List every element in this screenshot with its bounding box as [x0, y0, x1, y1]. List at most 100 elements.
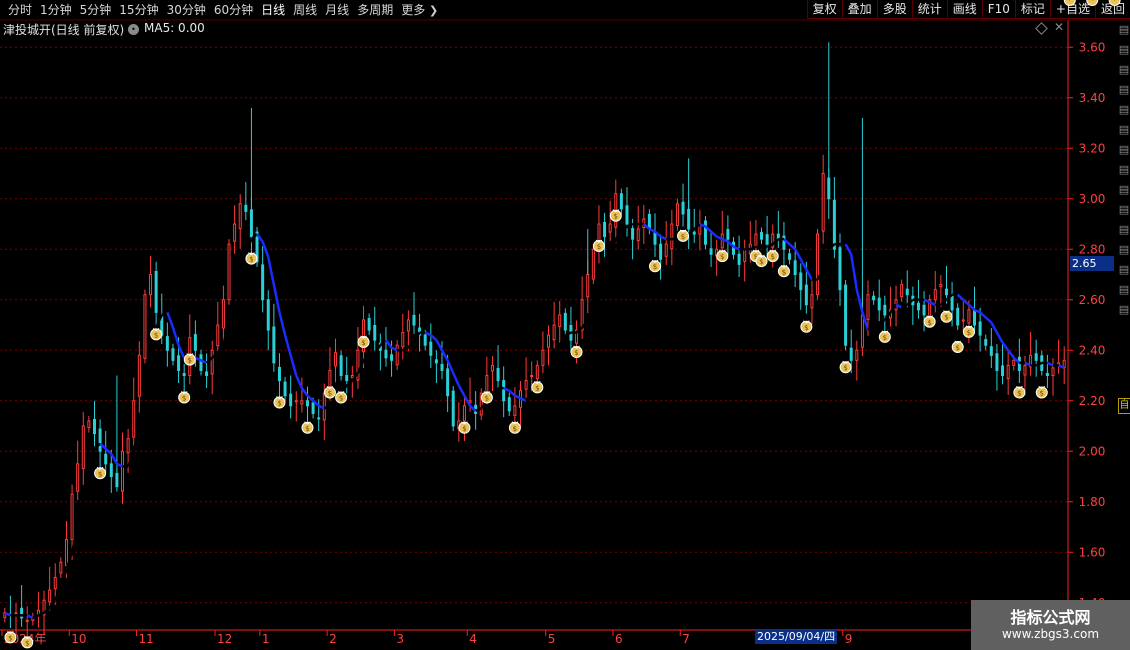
ma5-segment: [849, 254, 859, 290]
x-tick-label: 9: [845, 632, 853, 646]
candle-body: [1001, 365, 1005, 376]
ma5-segment: [940, 298, 948, 306]
candle-body: [793, 260, 797, 275]
candle-body: [916, 302, 920, 311]
candle-body: [659, 243, 663, 260]
money-bag-icon: $: [1035, 386, 1048, 399]
money-bag-icon: $: [357, 335, 370, 348]
candle-body: [883, 304, 887, 316]
candle-body: [608, 223, 612, 233]
money-bag-icon: $: [245, 252, 258, 265]
svg-text:$: $: [8, 634, 12, 642]
candle-body: [535, 364, 539, 380]
ma5-segment: [289, 354, 298, 376]
strip-glyph: ▤: [1118, 163, 1130, 176]
money-bag-icon: $: [777, 264, 790, 278]
ma5-segment: [429, 334, 438, 342]
ma5-segment: [329, 399, 337, 407]
svg-text:$: $: [339, 395, 343, 403]
crosshair-date-tag: 2025/09/04/四: [755, 630, 838, 644]
candle-body: [132, 400, 136, 438]
candle-body: [866, 294, 870, 320]
candle-body: [48, 589, 52, 603]
candle-body: [810, 294, 814, 309]
strip-glyph: ▤: [1118, 223, 1130, 236]
ma5-segment: [901, 303, 908, 309]
candle-body: [216, 324, 220, 347]
watermark-url: www.zbgs3.com: [1001, 627, 1100, 641]
svg-text:$: $: [1090, 0, 1094, 2]
candle-body: [703, 220, 707, 245]
money-bag-icon: $: [951, 340, 964, 353]
svg-text:$: $: [759, 258, 763, 266]
money-bag-icon: $: [940, 310, 953, 323]
candle-body: [305, 400, 309, 407]
indicator-settings-icon[interactable]: •: [128, 24, 139, 35]
candle-body: [311, 402, 315, 414]
ma5-segment: [794, 248, 802, 260]
ma5-segment: [76, 496, 85, 528]
candle-body: [345, 375, 349, 382]
money-bag-icon: $: [480, 391, 493, 404]
x-tick-label: 4: [469, 632, 477, 646]
candle-body: [59, 561, 63, 574]
candle-body: [182, 372, 186, 377]
ma5-segment: [614, 230, 623, 240]
candle-body: [552, 324, 556, 341]
candle-body: [586, 274, 590, 298]
svg-text:$: $: [843, 364, 847, 372]
candle-body: [849, 347, 853, 361]
ma5-segment: [788, 243, 796, 251]
candlestick-chart[interactable]: 1.401.601.802.002.202.402.602.803.003.20…: [0, 0, 1130, 650]
candle-body: [625, 205, 629, 225]
candle-body: [81, 425, 85, 469]
candle-body: [989, 346, 993, 356]
candle-body: [860, 314, 864, 348]
ma5-segment: [233, 271, 242, 295]
x-tick-label: 6: [615, 632, 623, 646]
candle-body: [502, 380, 506, 402]
svg-text:$: $: [154, 331, 158, 339]
ma5-segment: [799, 258, 808, 271]
candle-body: [765, 234, 769, 245]
ma5-segment: [272, 284, 281, 313]
candle-body: [70, 493, 74, 541]
candle-body: [87, 420, 91, 429]
candle-body: [261, 264, 265, 301]
ma5-segment: [278, 312, 287, 336]
ma5-segment: [110, 453, 119, 465]
strip-glyph: ▤: [1118, 183, 1130, 196]
svg-text:$: $: [597, 243, 601, 251]
candle-body: [872, 295, 876, 301]
ma5-segment: [126, 450, 135, 467]
candle-body: [92, 418, 96, 435]
svg-text:$: $: [249, 256, 253, 264]
candle-body: [14, 612, 18, 615]
ma5-segment: [558, 334, 567, 346]
svg-text:$: $: [328, 389, 332, 397]
ma5-segment: [261, 241, 270, 258]
ma5-segment: [525, 392, 533, 402]
money-bag-icon: $: [923, 315, 936, 328]
close-icon[interactable]: ✕: [1054, 20, 1064, 34]
candle-body: [339, 355, 343, 376]
add-to-watchlist-badge[interactable]: 自: [1118, 398, 1130, 414]
candle-body: [390, 354, 394, 361]
ma5-segment: [508, 389, 516, 397]
candle-body: [451, 390, 455, 427]
money-bag-icon: $: [183, 353, 196, 366]
candle-body: [334, 352, 338, 367]
money-bag-icon: $: [335, 391, 348, 404]
candle-body: [1034, 353, 1038, 361]
strip-glyph: ▤: [1118, 63, 1130, 76]
candle-body: [900, 284, 904, 298]
svg-text:$: $: [1068, 0, 1072, 2]
y-tick-label: 1.80: [1079, 495, 1106, 509]
x-tick-label: 2: [329, 632, 337, 646]
ma5-segment: [435, 339, 444, 351]
candle-body: [978, 321, 982, 336]
candle-body: [205, 371, 209, 376]
candle-body: [25, 619, 29, 622]
ma5-segment: [855, 289, 864, 313]
money-bag-icon: $: [755, 254, 768, 268]
